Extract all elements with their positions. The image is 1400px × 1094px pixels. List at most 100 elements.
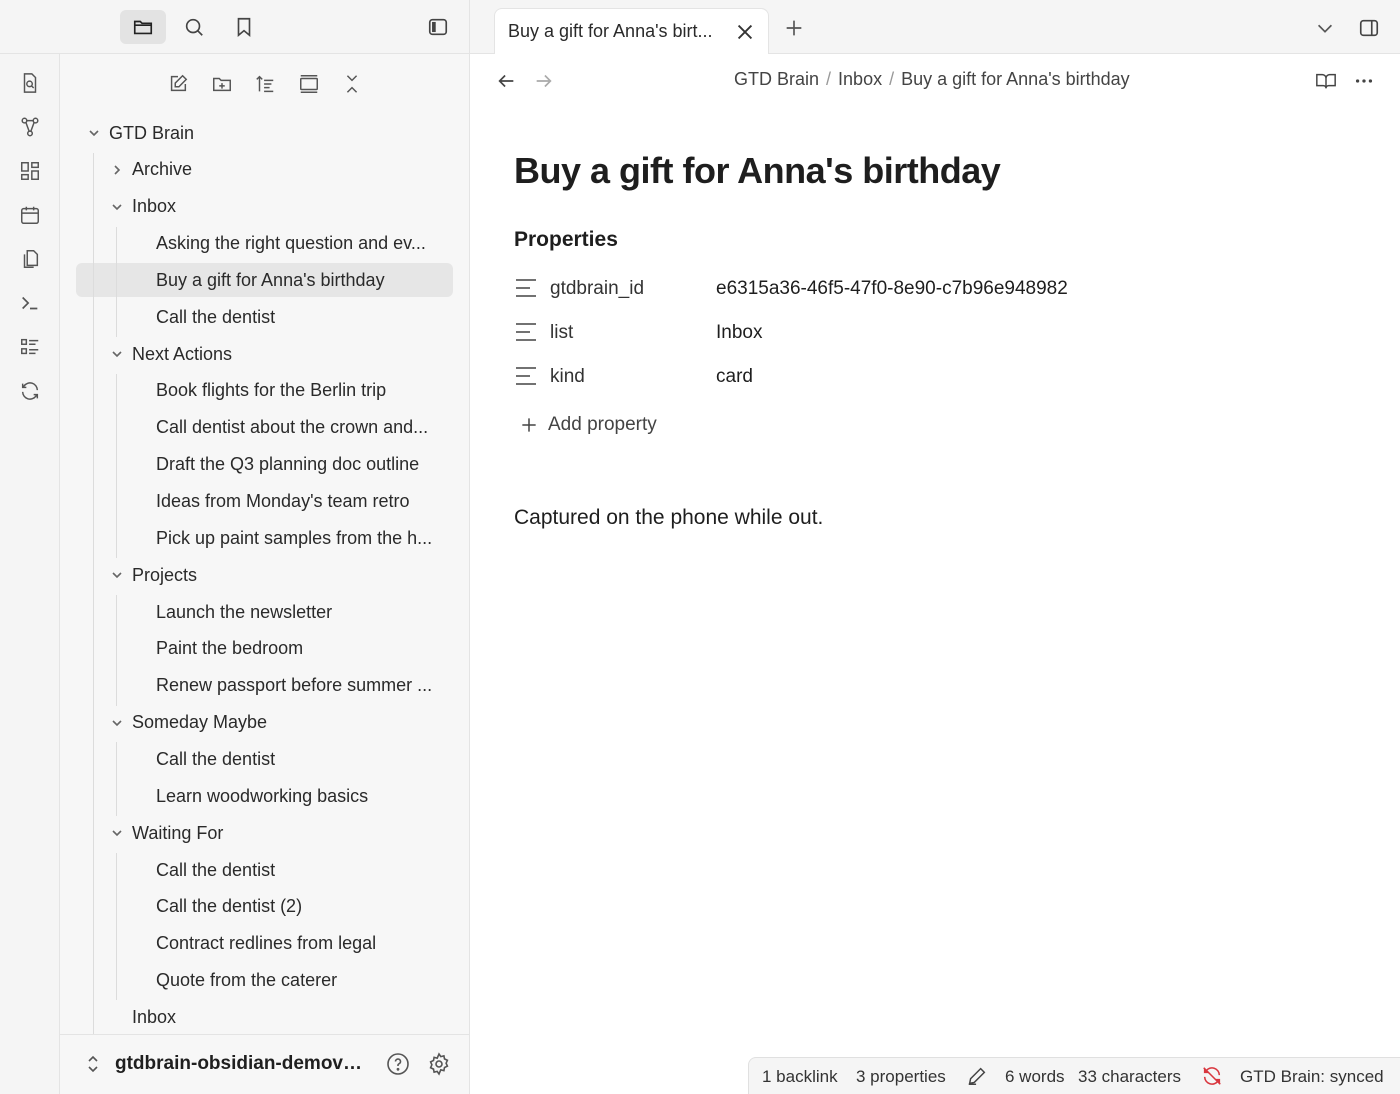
new-folder-button[interactable]	[206, 68, 238, 100]
property-value[interactable]: Inbox	[716, 322, 762, 344]
sync-status-label[interactable]: GTD Brain: synced	[1240, 1067, 1384, 1087]
property-row: list Inbox	[514, 312, 1214, 352]
tree-file[interactable]: Contract redlines from legal	[76, 927, 453, 961]
tree-file[interactable]: Learn woodworking basics	[76, 779, 453, 813]
tab-label: Buy a gift for Anna's birt...	[508, 21, 713, 41]
tree-item-label: Asking the right question and ev...	[156, 233, 426, 254]
close-icon	[737, 24, 753, 40]
chevron-down-icon[interactable]	[108, 198, 126, 216]
pencil-icon	[968, 1067, 986, 1085]
vault-switch-button[interactable]	[80, 1051, 106, 1077]
list-icon	[21, 338, 39, 355]
tree-folder[interactable]: Next Actions	[76, 337, 453, 371]
text-lines-icon	[516, 279, 536, 297]
tree-folder[interactable]: Inbox	[76, 190, 453, 224]
tree-file[interactable]: Buy a gift for Anna's birthday	[76, 263, 453, 298]
chevron-down-icon[interactable]	[108, 566, 126, 584]
outline-button[interactable]	[15, 332, 45, 362]
tree-folder[interactable]: Archive	[76, 153, 453, 187]
tree-file[interactable]: Call dentist about the crown and...	[76, 411, 453, 445]
breadcrumb-folder[interactable]: Inbox	[838, 69, 882, 89]
navigate-forward-button[interactable]	[531, 68, 557, 94]
property-key[interactable]: gtdbrain_id	[550, 278, 644, 300]
note-body[interactable]: Captured on the phone while out.	[514, 506, 823, 530]
collapse-all-button[interactable]	[336, 68, 368, 100]
chevron-down-icon[interactable]	[108, 824, 126, 842]
new-tab-button[interactable]	[780, 14, 808, 42]
tree-file[interactable]: Ideas from Monday's team retro	[76, 485, 453, 519]
tree-item-label: Someday Maybe	[132, 712, 268, 733]
canvas-button[interactable]	[15, 156, 45, 186]
indent-guide	[93, 152, 94, 1036]
tab-current-note[interactable]: Buy a gift for Anna's birt...	[494, 8, 769, 55]
note-title[interactable]: Buy a gift for Anna's birthday	[514, 150, 1001, 192]
tree-file[interactable]: Draft the Q3 planning doc outline	[76, 448, 453, 482]
tree-item-label: Waiting For	[132, 822, 224, 843]
sync-button[interactable]	[15, 376, 45, 406]
tree-file[interactable]: Pick up paint samples from the h...	[76, 521, 453, 555]
tree-folder[interactable]: Projects	[76, 558, 453, 592]
help-button[interactable]	[385, 1051, 411, 1077]
toggle-left-sidebar-button[interactable]	[415, 10, 461, 44]
property-key[interactable]: list	[550, 322, 573, 344]
tree-file[interactable]: Paint the bedroom	[76, 632, 453, 666]
command-palette-button[interactable]	[15, 288, 45, 318]
tree-file[interactable]: Asking the right question and ev...	[76, 227, 453, 261]
backlinks-count[interactable]: 1 backlink	[762, 1067, 838, 1087]
settings-button[interactable]	[426, 1051, 452, 1077]
more-options-button[interactable]	[1351, 68, 1377, 94]
tree-file[interactable]: Call the dentist	[76, 742, 453, 776]
new-note-button[interactable]	[162, 68, 194, 100]
chevron-down-icon[interactable]	[108, 345, 126, 363]
collapse-icon	[300, 75, 318, 93]
tree-item-label: Pick up paint samples from the h...	[156, 527, 433, 548]
chevron-down-icon[interactable]	[85, 124, 103, 142]
graph-icon	[21, 117, 39, 137]
tree-item-label: Book flights for the Berlin trip	[156, 380, 387, 401]
property-value[interactable]: card	[716, 366, 753, 388]
tab-close-button[interactable]	[734, 21, 756, 43]
editing-mode-button[interactable]	[966, 1065, 988, 1092]
sort-button[interactable]	[249, 68, 281, 100]
tree-file[interactable]: Call the dentist (2)	[76, 890, 453, 924]
book-open-icon	[1316, 73, 1336, 89]
folder-icon	[133, 20, 153, 35]
copy-icon	[23, 250, 39, 268]
breadcrumb-vault[interactable]: GTD Brain	[734, 69, 819, 89]
tree-file[interactable]: Call the dentist	[76, 300, 453, 334]
chevron-down-icon[interactable]	[108, 714, 126, 732]
tree-folder[interactable]: GTD Brain	[76, 116, 453, 150]
breadcrumb-separator: /	[889, 69, 895, 89]
tree-file[interactable]: Renew passport before summer ...	[76, 669, 453, 703]
reading-view-button[interactable]	[1313, 68, 1339, 94]
tree-file[interactable]: Book flights for the Berlin trip	[76, 374, 453, 408]
plus-icon	[518, 414, 540, 436]
quick-switcher-button[interactable]	[15, 68, 45, 98]
tree-folder[interactable]: Waiting For	[76, 816, 453, 850]
graph-view-button[interactable]	[15, 112, 45, 142]
breadcrumb-note[interactable]: Buy a gift for Anna's birthday	[901, 69, 1130, 89]
tree-file[interactable]: Call the dentist	[76, 853, 453, 887]
templates-button[interactable]	[15, 244, 45, 274]
add-property-button[interactable]: Add property	[518, 410, 657, 440]
navigate-back-button[interactable]	[493, 68, 519, 94]
tree-file[interactable]: Inbox	[76, 1000, 453, 1034]
tree-file[interactable]: Quote from the caterer	[76, 964, 453, 998]
chevron-right-icon[interactable]	[108, 161, 126, 179]
sync-status-button[interactable]	[1201, 1065, 1223, 1092]
properties-heading[interactable]: Properties	[514, 228, 618, 252]
tree-file[interactable]: Launch the newsletter	[76, 595, 453, 629]
property-value[interactable]: e6315a36-46f5-47f0-8e90-c7b96e948982	[716, 278, 1068, 300]
toggle-right-sidebar-button[interactable]	[1355, 14, 1383, 42]
bookmarks-tab-button[interactable]	[221, 10, 267, 44]
properties-count[interactable]: 3 properties	[856, 1067, 946, 1087]
tab-list-button[interactable]	[1311, 14, 1339, 42]
auto-reveal-button[interactable]	[293, 68, 325, 100]
text-lines-icon	[516, 367, 536, 385]
property-key[interactable]: kind	[550, 366, 585, 388]
vault-name[interactable]: gtdbrain-obsidian-demova...	[115, 1053, 365, 1075]
search-tab-button[interactable]	[171, 10, 217, 44]
daily-note-button[interactable]	[15, 200, 45, 230]
tree-folder[interactable]: Someday Maybe	[76, 706, 453, 740]
files-tab-button[interactable]	[120, 10, 166, 44]
